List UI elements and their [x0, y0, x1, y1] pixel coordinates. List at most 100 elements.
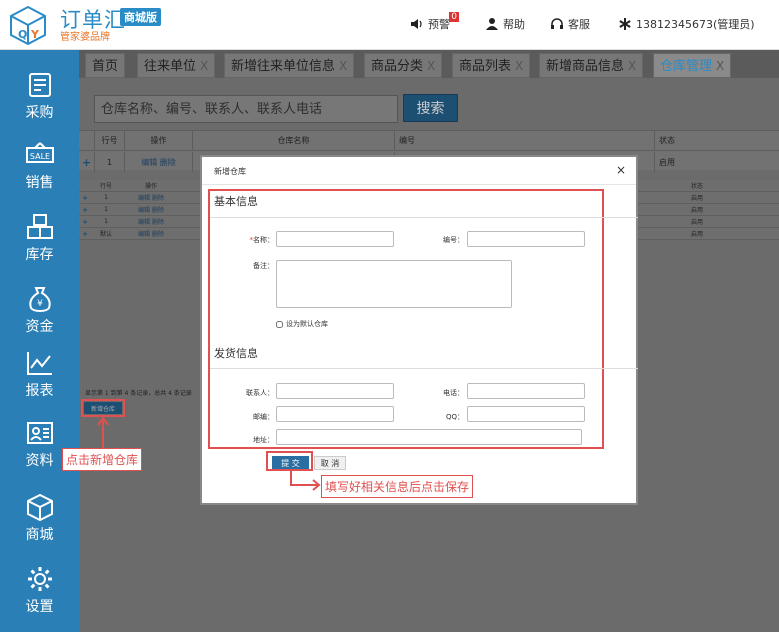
shipping-info-title: 发货信息	[214, 347, 258, 360]
tab-partners[interactable]: 往来单位 X	[137, 53, 216, 78]
sidebar-item-label: 报表	[25, 383, 54, 399]
help-link[interactable]: 帮助	[485, 16, 525, 32]
sidebar-item-mall[interactable]: 商城	[0, 486, 79, 546]
address-field[interactable]	[276, 429, 582, 445]
sidebar-item-settings[interactable]: 设置	[0, 558, 79, 618]
sidebar-item-reports[interactable]: 报表	[0, 342, 79, 402]
phone-label: 电话：	[443, 389, 464, 397]
asterisk-icon	[619, 18, 631, 30]
note-label: 备注：	[253, 262, 274, 270]
annotation-fill-save: 填写好相关信息后点击保存	[321, 475, 474, 498]
tab-home[interactable]: 首页	[85, 53, 126, 78]
sidebar-item-funds[interactable]: ¥ 资金	[0, 278, 79, 338]
row-actions[interactable]: 编辑 删除	[125, 152, 193, 172]
svg-text:Y: Y	[30, 28, 40, 41]
chart-icon	[26, 352, 52, 375]
boxes-icon	[26, 214, 53, 239]
close-icon[interactable]: X	[515, 59, 523, 73]
zip-field[interactable]	[276, 406, 394, 422]
divider	[210, 217, 638, 218]
help-label: 帮助	[503, 18, 525, 31]
search-button[interactable]: 搜索	[403, 94, 458, 122]
close-icon[interactable]: ×	[616, 163, 626, 177]
speaker-icon	[411, 19, 422, 29]
cart-icon	[28, 73, 51, 97]
money-bag-icon: ¥	[28, 287, 51, 313]
dialog-title: 新增仓库	[214, 167, 246, 176]
qq-field[interactable]	[467, 406, 585, 422]
sidebar: 采购 SALE 销售 库存 ¥ 资金 报表 资料 商城 设置	[0, 50, 79, 632]
user-menu[interactable]: 13812345673(管理员)	[618, 16, 755, 32]
brand-subtitle: 管家婆品牌	[60, 32, 110, 43]
sidebar-item-label: 商城	[25, 527, 54, 543]
dialog-header: 新增仓库 ×	[202, 157, 636, 185]
svg-text:SALE: SALE	[29, 152, 49, 161]
sidebar-item-label: 资金	[25, 319, 54, 335]
svg-text:Q: Q	[18, 28, 27, 41]
close-icon[interactable]: X	[427, 59, 435, 73]
code-label: 编号：	[443, 236, 464, 244]
alert-label: 预警	[428, 18, 450, 31]
name-label: *名称：	[249, 236, 275, 244]
sidebar-item-label: 设置	[25, 599, 54, 615]
search-input[interactable]	[94, 95, 398, 123]
tab-product-list[interactable]: 商品列表 X	[452, 53, 531, 78]
tab-new-partner[interactable]: 新增往来单位信息 X	[224, 53, 355, 78]
expand-icon[interactable]: +	[79, 230, 91, 238]
tab-warehouse[interactable]: 仓库管理 X	[653, 53, 732, 78]
user-label: 13812345673(管理员)	[636, 18, 755, 31]
zip-label: 邮编：	[253, 413, 274, 421]
sidebar-item-label: 销售	[25, 175, 54, 191]
contact-label: 联系人：	[246, 389, 274, 397]
qq-label: QQ：	[445, 413, 464, 421]
user-icon	[486, 18, 498, 30]
basic-info-title: 基本信息	[214, 195, 258, 208]
service-link[interactable]: 客服	[550, 16, 590, 32]
profile-card-icon	[26, 422, 53, 444]
logo-icon: Q Y	[10, 5, 46, 45]
gear-icon	[27, 567, 52, 591]
pagination-info: 显示第 1 到第 4 条记录，总共 4 条记录	[85, 390, 192, 397]
expand-icon[interactable]: +	[79, 206, 91, 214]
default-warehouse-checkbox[interactable]: 设为默认仓库	[276, 319, 328, 329]
arrow-up-icon	[97, 416, 109, 449]
default-warehouse-check[interactable]	[276, 320, 283, 328]
brand-badge: 商城版	[120, 8, 161, 26]
tab-bar: 首页 往来单位 X 新增往来单位信息 X 商品分类 X 商品列表 X 新增商品信息 X 仓…	[79, 50, 779, 78]
headset-icon	[551, 18, 563, 29]
address-label: 地址：	[253, 436, 274, 444]
top-header: Q Y 订单汇 商城版 管家婆品牌 预警 0 帮助 客服 13812345673…	[0, 0, 779, 50]
name-field[interactable]	[276, 231, 394, 247]
alert-link[interactable]: 预警 0	[410, 12, 459, 32]
phone-field[interactable]	[467, 383, 585, 399]
close-icon[interactable]: X	[200, 59, 208, 73]
close-icon[interactable]: X	[716, 59, 724, 73]
tab-product-category[interactable]: 商品分类 X	[364, 53, 443, 78]
annotation-click-add: 点击新增仓库	[62, 448, 143, 471]
note-field[interactable]	[276, 260, 512, 308]
sidebar-item-sales[interactable]: SALE 销售	[0, 134, 79, 194]
close-icon[interactable]: X	[339, 59, 347, 73]
tab-new-product[interactable]: 新增商品信息 X	[539, 53, 644, 78]
sidebar-item-label: 采购	[25, 105, 54, 121]
code-field[interactable]	[467, 231, 585, 247]
submit-highlight	[266, 451, 313, 471]
arrow-right-icon	[290, 470, 321, 491]
package-icon	[26, 493, 53, 522]
close-icon[interactable]: X	[628, 59, 636, 73]
divider	[210, 368, 638, 369]
table-header: 行号 操作 仓库名称 编号 状态	[79, 131, 779, 151]
expand-icon[interactable]: +	[79, 152, 95, 172]
sidebar-item-purchase[interactable]: 采购	[0, 64, 79, 124]
expand-icon[interactable]: +	[79, 194, 91, 202]
sidebar-item-inventory[interactable]: 库存	[0, 206, 79, 266]
alert-count-badge: 0	[449, 12, 459, 22]
add-warehouse-highlight	[81, 399, 125, 417]
contact-field[interactable]	[276, 383, 394, 399]
service-label: 客服	[568, 18, 590, 31]
sidebar-item-label: 库存	[25, 247, 54, 263]
expand-icon[interactable]: +	[79, 218, 91, 226]
cancel-button[interactable]: 取 消	[314, 456, 346, 470]
sale-icon: SALE	[25, 142, 54, 163]
svg-text:¥: ¥	[37, 299, 43, 309]
